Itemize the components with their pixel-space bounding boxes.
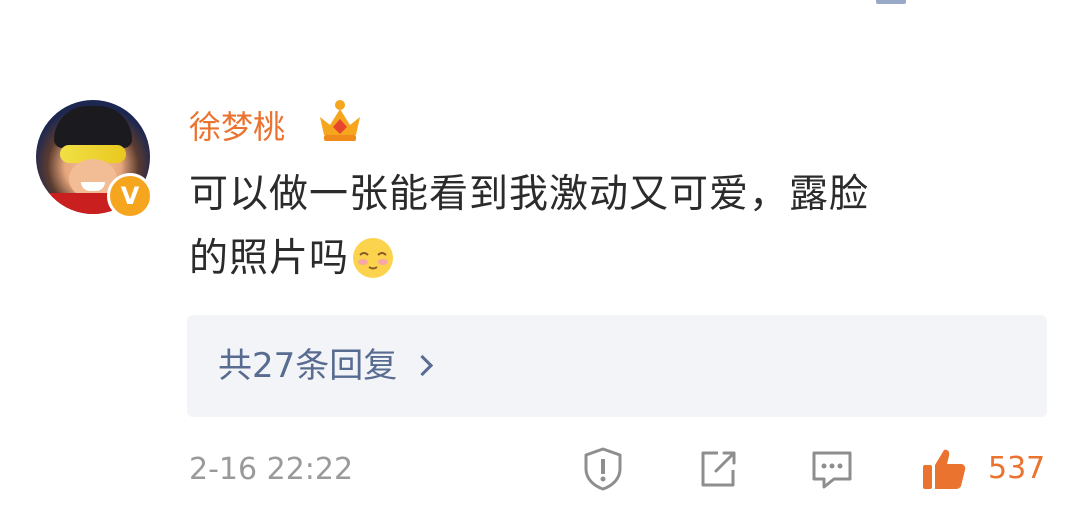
- replies-box: 共27条回复: [187, 315, 1047, 417]
- view-replies-label: 共27条回复: [218, 346, 398, 386]
- report-icon[interactable]: [579, 445, 627, 493]
- chevron-right-icon: [412, 354, 434, 376]
- view-replies-link[interactable]: 共27条回复: [218, 343, 434, 389]
- like-count[interactable]: 537: [988, 449, 1045, 489]
- avatar-helmet: [54, 106, 132, 148]
- timestamp: 2-16 22:22: [189, 452, 354, 487]
- share-icon[interactable]: [694, 445, 742, 493]
- comment-text: 可以做一张能看到我激动又可爱，露脸 的照片吗: [189, 163, 1039, 291]
- verified-badge: V: [107, 173, 153, 219]
- blush-emoji-icon: [353, 237, 394, 278]
- comment-line-1: 可以做一张能看到我激动又可爱，露脸: [189, 172, 870, 217]
- previous-item-edge: [876, 0, 906, 4]
- comment-line-2: 的照片吗: [189, 227, 1039, 291]
- thumbs-up-icon[interactable]: [920, 445, 968, 493]
- username[interactable]: 徐梦桃: [189, 105, 285, 149]
- crown-icon: [320, 100, 360, 141]
- comment-line-2-text: 的照片吗: [189, 236, 350, 281]
- comment-icon[interactable]: [808, 445, 856, 493]
